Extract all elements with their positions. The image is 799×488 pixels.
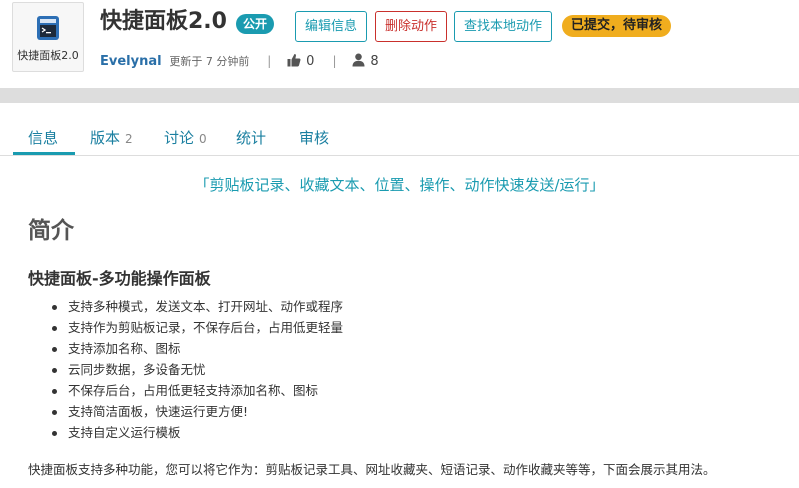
list-item: 支持简洁面板，快速运行更方便! xyxy=(51,401,343,422)
users-stat: 8 xyxy=(352,53,379,69)
users-count: 8 xyxy=(370,54,379,69)
find-local-action-button[interactable]: 查找本地动作 xyxy=(454,11,553,42)
tab-versions[interactable]: 版本 2 xyxy=(90,127,133,148)
delete-action-button[interactable]: 删除动作 xyxy=(375,11,448,42)
tab-label: 审核 xyxy=(299,129,330,147)
edit-info-button[interactable]: 编辑信息 xyxy=(295,11,368,42)
feature-list: 支持多种模式，发送文本、打开网址、动作或程序 支持作为剪贴板记录，不保存后台，占… xyxy=(51,296,343,443)
list-item: 支持作为剪贴板记录，不保存后台，占用低更轻量 xyxy=(51,317,343,338)
likes-count: 0 xyxy=(306,54,315,69)
author-link[interactable]: Evelynal xyxy=(100,54,162,69)
tab-bar: 信息 版本 2 讨论 0 统计 审核 xyxy=(0,103,799,156)
tab-info[interactable]: 信息 xyxy=(28,127,58,148)
tagline: 「剪贴板记录、收藏文本、位置、操作、动作快速发送/运行」 xyxy=(194,176,605,194)
list-item: 支持自定义运行模板 xyxy=(51,422,343,443)
divider: | xyxy=(332,54,337,68)
thumbs-up-icon xyxy=(287,54,301,67)
tab-label: 信息 xyxy=(28,129,59,147)
tab-statistics[interactable]: 统计 xyxy=(236,127,266,148)
tab-review[interactable]: 审核 xyxy=(299,127,329,148)
status-badge: 已提交，待审核 xyxy=(562,15,672,37)
divider: | xyxy=(267,54,272,68)
page-title: 快捷面板2.0 xyxy=(100,9,227,34)
meta-row: Evelynal 更新于 7 分钟前 | 0 | 8 xyxy=(100,51,379,71)
list-item: 不保存后台，占用低更轻支持添加名称、图标 xyxy=(51,380,343,401)
action-header: 快捷面板2.0 快捷面板2.0 公开 编辑信息 删除动作 查找本地动作 已提交，… xyxy=(0,0,799,88)
tab-count: 2 xyxy=(125,132,133,146)
list-item: 支持多种模式，发送文本、打开网址、动作或程序 xyxy=(51,296,343,317)
tab-label: 版本 xyxy=(90,129,121,147)
section-title: 简介 xyxy=(28,218,74,244)
subtitle: 快捷面板-多功能操作面板 xyxy=(28,269,211,288)
tab-count: 0 xyxy=(199,132,207,146)
app-icon-label: 快捷面板2.0 xyxy=(17,49,79,62)
app-icon: 快捷面板2.0 xyxy=(12,2,84,72)
app-window-icon xyxy=(37,16,59,40)
visibility-badge: 公开 xyxy=(236,14,275,34)
description-text: 快捷面板支持多种功能，您可以将它作为：剪贴板记录工具、网址收藏夹、短语记录、动作… xyxy=(28,462,716,477)
active-tab-indicator xyxy=(13,152,75,155)
likes-stat[interactable]: 0 xyxy=(287,54,318,69)
list-item: 云同步数据，多设备无忧 xyxy=(51,359,343,380)
updated-time: 更新于 7 分钟前 xyxy=(169,55,250,68)
tab-label: 统计 xyxy=(236,129,267,147)
tab-label: 讨论 xyxy=(164,129,195,147)
list-item: 支持添加名称、图标 xyxy=(51,338,343,359)
header-divider-bar xyxy=(0,88,799,103)
tab-discussion[interactable]: 讨论 0 xyxy=(164,127,207,148)
user-icon xyxy=(352,53,365,67)
